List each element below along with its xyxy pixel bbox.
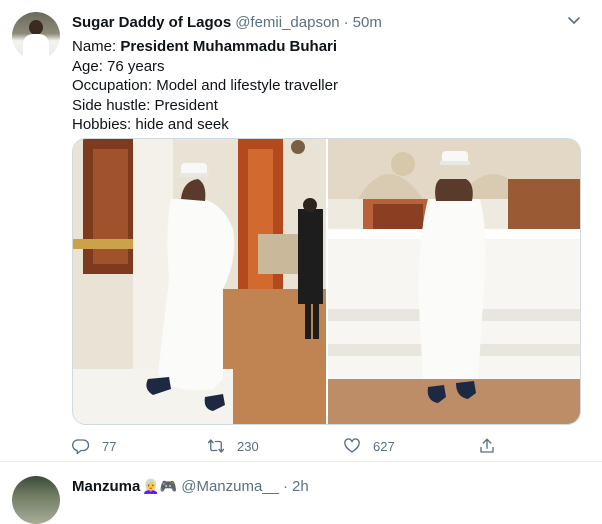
text-line-name: Name: President Muhammadu Buhari	[72, 38, 338, 55]
reply-count: 77	[102, 438, 117, 454]
display-name[interactable]: Manzuma	[72, 478, 140, 495]
name-value: President Muhammadu Buhari	[120, 38, 338, 55]
tweet-actions: 77 230 627	[72, 436, 572, 456]
separator-dot: ·	[343, 13, 349, 31]
photo-left[interactable]	[73, 139, 328, 424]
timestamp[interactable]: 2h	[292, 478, 309, 495]
tweet-header: Sugar Daddy of Lagos @femii_dapson · 50m	[72, 12, 382, 32]
user-handle[interactable]: @femii_dapson	[235, 14, 339, 31]
media-grid	[72, 138, 581, 425]
next-tweet-card[interactable]: Manzuma 👩‍🦳🎮 @Manzuma__ · 2h	[0, 462, 602, 524]
chevron-down-icon[interactable]	[566, 12, 582, 28]
like-button[interactable]: 627	[343, 436, 395, 456]
tweet-header: Manzuma 👩‍🦳🎮 @Manzuma__ · 2h	[72, 476, 309, 496]
text-line-occupation: Occupation: Model and lifestyle travelle…	[72, 77, 338, 94]
display-name[interactable]: Sugar Daddy of Lagos	[72, 14, 231, 31]
share-icon	[480, 438, 494, 453]
avatar[interactable]	[12, 12, 60, 60]
retweet-button[interactable]: 230	[207, 436, 259, 456]
retweet-icon	[207, 439, 225, 453]
share-button[interactable]	[478, 436, 508, 456]
text-line-age: Age: 76 years	[72, 57, 165, 75]
name-emoji: 👩‍🦳🎮	[142, 477, 178, 494]
reply-button[interactable]: 77	[72, 436, 116, 456]
text-line-side-hustle: Side hustle: President	[72, 96, 218, 114]
heart-icon	[344, 438, 360, 453]
like-count: 627	[373, 438, 395, 454]
retweet-count: 230	[237, 438, 259, 454]
avatar[interactable]	[12, 476, 60, 524]
text-line-hobbies: Hobbies: hide and seek	[72, 116, 229, 133]
separator-dot: ·	[283, 477, 288, 495]
tweet-text: Name: President Muhammadu Buhari Age: 76…	[72, 37, 572, 135]
reply-icon	[72, 439, 90, 455]
user-handle[interactable]: @Manzuma__	[181, 478, 279, 495]
timestamp[interactable]: 50m	[353, 14, 382, 31]
tweet-card[interactable]: Sugar Daddy of Lagos @femii_dapson · 50m…	[0, 0, 602, 462]
photo-right[interactable]	[328, 139, 580, 424]
